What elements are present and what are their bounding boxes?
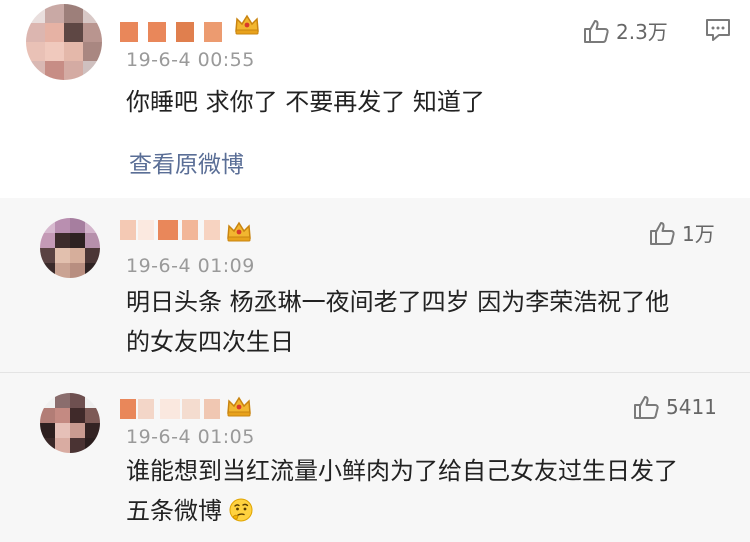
reply-text-line-wrap: 五条微博 [126,491,253,532]
like-count: 2.3万 [616,20,668,44]
vip-crown-icon [227,396,251,417]
comment-text: 你睡吧 求你了 不要再发了 知道了 [126,88,485,116]
like-button[interactable]: 1万 [648,218,715,247]
avatar[interactable] [40,393,100,453]
thumb-up-icon [634,396,659,419]
reply-item: 19-6-4 01:09 明日头条 杨丞琳一夜间老了四岁 因为李荣浩祝了他 的女… [0,198,750,372]
reply-time: 19-6-4 01:09 [126,255,255,277]
reply-text-line: 谁能想到当红流量小鲜肉为了给自己女友过生日发了 [126,457,678,485]
thinking-face-emoji [229,498,253,522]
like-count: 1万 [682,222,715,246]
avatar[interactable] [26,4,102,80]
replies-section: 19-6-4 01:09 明日头条 杨丞琳一夜间老了四岁 因为李荣浩祝了他 的女… [0,198,750,542]
reply-text-line: 五条微博 [126,497,222,525]
username-redacted[interactable] [120,220,230,240]
thumb-up-icon [650,221,675,245]
comment-icon[interactable] [704,17,732,43]
reply-text-line: 明日头条 杨丞琳一夜间老了四岁 因为李荣浩祝了他 [126,288,670,316]
reply-text-line: 的女友四次生日 [126,328,294,356]
reply-time: 19-6-4 01:05 [126,426,255,448]
username-redacted[interactable] [120,399,224,419]
username-redacted[interactable] [120,22,224,42]
vip-crown-icon [227,221,251,242]
avatar[interactable] [40,218,100,278]
reply-item: 19-6-4 01:05 谁能想到当红流量小鲜肉为了给自己女友过生日发了 五条微… [0,373,750,542]
vip-crown-icon [235,14,259,35]
comment-time: 19-6-4 00:55 [126,49,255,71]
like-count: 5411 [666,395,717,419]
thumb-up-icon [584,19,609,43]
like-button[interactable]: 5411 [632,393,717,421]
view-original-link[interactable]: 查看原微博 [129,145,244,179]
main-comment: 19-6-4 00:55 你睡吧 求你了 不要再发了 知道了 查看原微博 2.3… [0,0,750,198]
like-button[interactable]: 2.3万 [582,16,668,45]
